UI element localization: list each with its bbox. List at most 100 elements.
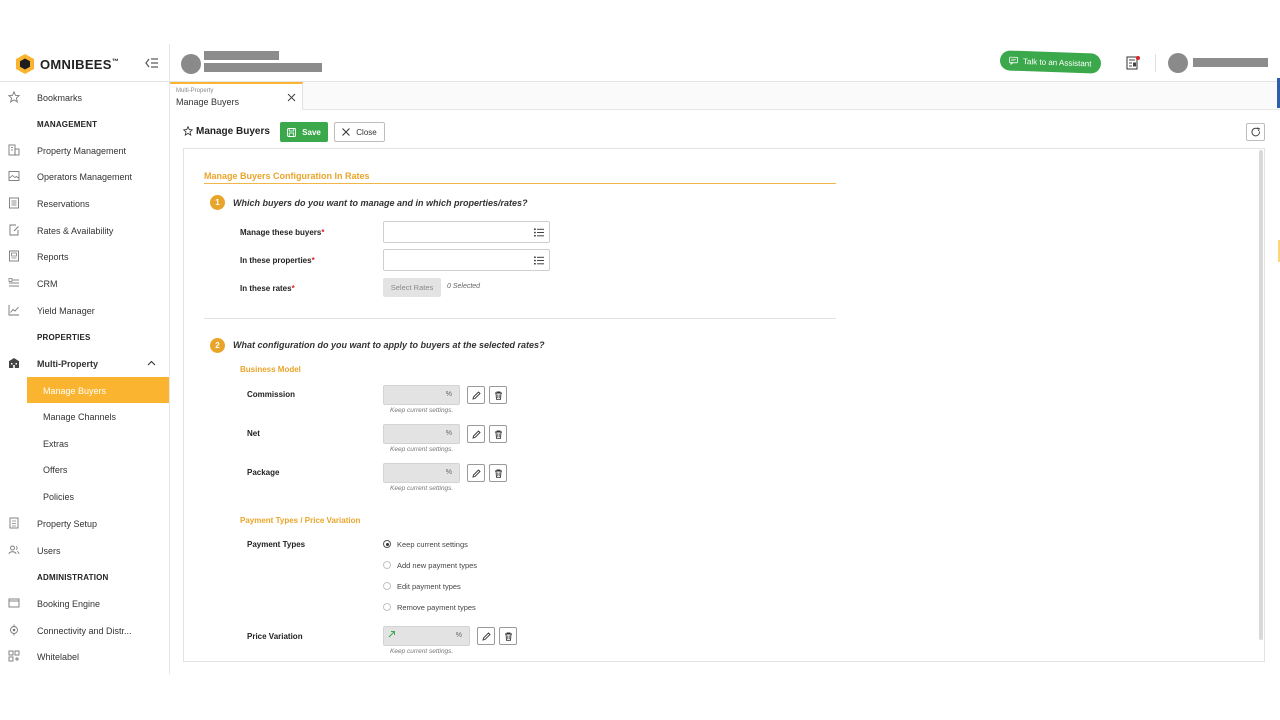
price-variation-hint: Keep current settings. (390, 648, 454, 655)
radio-label: Edit payment types (397, 581, 461, 591)
package-input[interactable]: % (383, 463, 460, 483)
radio-label: Add new payment types (397, 560, 478, 570)
radio-add-new[interactable]: Add new payment types (383, 559, 477, 571)
radio-keep-current[interactable]: Keep current settings (383, 538, 468, 550)
refresh-button[interactable] (1246, 123, 1265, 141)
sidebar-item-yield-manager[interactable]: Yield Manager (0, 297, 170, 323)
trash-icon (504, 632, 512, 641)
star-icon (8, 91, 20, 103)
pencil-icon (471, 390, 481, 400)
sidebar-item-users[interactable]: Users (0, 537, 170, 563)
percent-suffix: % (445, 430, 452, 437)
save-button[interactable]: Save (280, 122, 328, 142)
sidebar-item-property-management[interactable]: Property Management (0, 137, 170, 163)
list-doc-icon (9, 197, 19, 209)
sidebar-item-reservations[interactable]: Reservations (0, 190, 170, 216)
talk-to-assistant-button[interactable]: Talk to an Assistant (999, 50, 1102, 74)
section-title: Manage Buyers Configuration In Rates (204, 171, 370, 181)
save-label: Save (302, 127, 321, 137)
property-avatar[interactable] (181, 54, 201, 74)
package-hint: Keep current settings. (390, 485, 454, 492)
sidebar-heading-properties: PROPERTIES (37, 333, 91, 342)
radio-remove[interactable]: Remove payment types (383, 601, 476, 613)
sidebar-item-label: Property Management (37, 146, 127, 156)
page-title: Manage Buyers (196, 126, 270, 137)
sidebar-item-label: Rates & Availability (37, 226, 114, 236)
net-edit-button[interactable] (467, 425, 485, 443)
user-avatar[interactable] (1168, 53, 1188, 73)
sidebar-subitem-policies[interactable]: Policies (27, 483, 169, 509)
sidebar-item-reports[interactable]: Reports (0, 243, 170, 269)
sidebar-item-label: Users (37, 546, 61, 556)
commission-delete-button[interactable] (489, 386, 507, 404)
sidebar-item-bookmarks[interactable]: Bookmarks (0, 84, 170, 110)
properties-multiselect[interactable] (383, 249, 550, 271)
sidebar-item-whitelabel[interactable]: Whitelabel (0, 643, 170, 669)
package-delete-button[interactable] (489, 464, 507, 482)
package-edit-button[interactable] (467, 464, 485, 482)
tab-breadcrumb: Multi-Property (176, 88, 214, 94)
step-2-question: What configuration do you want to apply … (233, 340, 545, 350)
sidebar-heading-administration: ADMINISTRATION (37, 573, 109, 582)
vertical-scrollbar[interactable] (1259, 150, 1263, 640)
sidebar-item-label: Reports (37, 252, 69, 262)
sidebar-subitem-manage-channels[interactable]: Manage Channels (27, 403, 169, 429)
package-label: Package (247, 468, 280, 477)
sidebar-subitem-offers[interactable]: Offers (27, 456, 169, 482)
net-input[interactable]: % (383, 424, 460, 444)
price-variation-input[interactable]: % (383, 626, 470, 646)
buyers-multiselect[interactable] (383, 221, 550, 243)
bookmark-star-icon[interactable] (183, 126, 193, 136)
price-variation-edit-button[interactable] (477, 627, 495, 645)
pencil-icon (471, 429, 481, 439)
sidebar-item-property-setup[interactable]: Property Setup (0, 510, 170, 536)
radio-button (383, 582, 391, 590)
user-name-redacted[interactable] (1193, 58, 1268, 67)
sidebar-item-connectivity[interactable]: Connectivity and Distr... (0, 617, 170, 643)
select-rates-button[interactable]: Select Rates (383, 278, 441, 297)
tab-title: Manage Buyers (176, 97, 240, 107)
sidebar-item-label: Whitelabel (37, 652, 80, 662)
pencil-icon (481, 631, 491, 641)
sidebar-item-multi-property[interactable]: Multi-Property (0, 350, 170, 376)
list-icon (534, 256, 544, 265)
sidebar-subitem-manage-buyers[interactable]: Manage Buyers (27, 377, 169, 403)
sidebar-item-label: Reservations (37, 199, 90, 209)
sidebar-item-rates-availability[interactable]: Rates & Availability (0, 217, 170, 243)
step-2-badge: 2 (210, 338, 225, 353)
top-header: OMNIBEES™ Talk to an Assistant (0, 44, 1280, 82)
notifications-icon[interactable] (1126, 55, 1140, 71)
sidebar-subitem-extras[interactable]: Extras (27, 430, 169, 456)
step-1-question: Which buyers do you want to manage and i… (233, 198, 528, 208)
step-divider (204, 318, 836, 319)
sidebar-item-operators-management[interactable]: Operators Management (0, 163, 170, 189)
omnibees-logo[interactable]: OMNIBEES™ (14, 53, 119, 75)
sidebar-item-crm[interactable]: CRM (0, 270, 170, 296)
net-delete-button[interactable] (489, 425, 507, 443)
radio-edit[interactable]: Edit payment types (383, 580, 461, 592)
sidebar-item-label: Operators Management (37, 172, 133, 182)
assistant-label: Talk to an Assistant (1022, 56, 1092, 68)
setup-icon (9, 517, 19, 529)
close-x-icon (342, 128, 351, 136)
commission-edit-button[interactable] (467, 386, 485, 404)
users-icon (8, 545, 20, 555)
tab-manage-buyers[interactable]: Multi-Property Manage Buyers (170, 82, 303, 110)
chart-line-icon (8, 305, 19, 316)
price-variation-label: Price Variation (247, 632, 303, 641)
list-icon (534, 228, 544, 237)
commission-input[interactable]: % (383, 385, 460, 405)
rates-selected-count: 0 Selected (447, 283, 481, 290)
percent-suffix: % (445, 469, 452, 476)
commission-hint: Keep current settings. (390, 407, 454, 414)
hexagon-logo-icon (16, 54, 34, 74)
sidebar-heading-management: MANAGEMENT (37, 120, 98, 129)
business-model-heading: Business Model (240, 365, 301, 374)
close-button[interactable]: Close (334, 122, 385, 142)
close-icon[interactable] (287, 93, 296, 102)
collapse-menu-icon[interactable] (144, 55, 160, 71)
price-variation-delete-button[interactable] (499, 627, 517, 645)
sidebar-item-booking-engine[interactable]: Booking Engine (0, 590, 170, 616)
header-divider-right (1155, 54, 1156, 72)
step-1-badge: 1 (210, 195, 225, 210)
